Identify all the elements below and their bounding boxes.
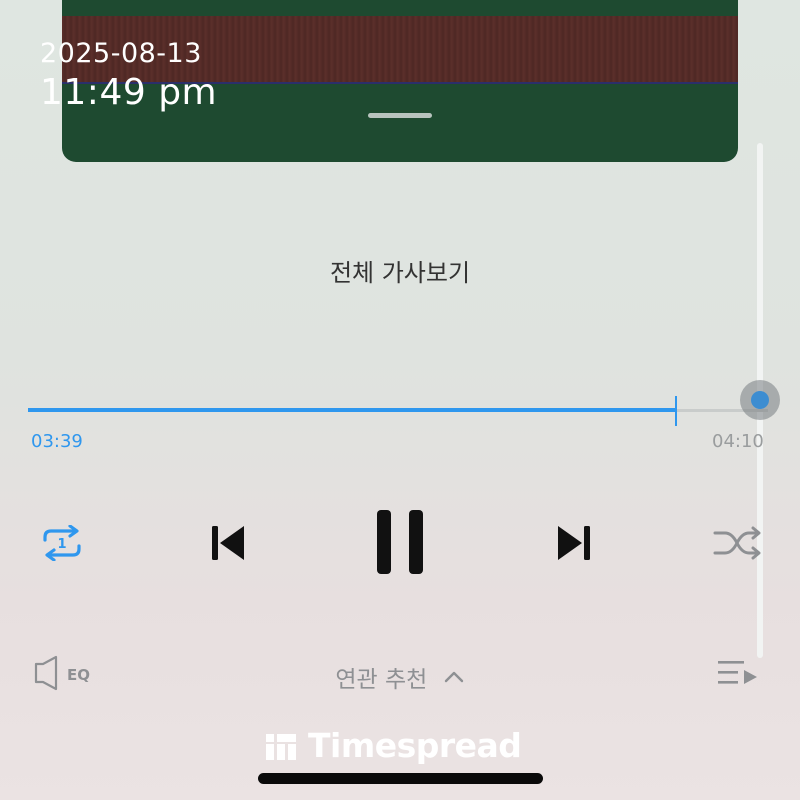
overlay-time: 11:49 pm bbox=[40, 72, 218, 113]
timespread-logo-icon bbox=[266, 734, 296, 760]
overlay-date: 2025-08-13 bbox=[40, 38, 202, 69]
playlist-icon[interactable] bbox=[716, 657, 760, 689]
home-indicator[interactable] bbox=[258, 773, 543, 784]
watermark-text: Timespread bbox=[308, 725, 522, 765]
current-time: 03:39 bbox=[31, 431, 83, 452]
seek-bar-marker bbox=[675, 396, 677, 426]
artwork-drag-handle[interactable] bbox=[368, 113, 432, 118]
repeat-one-icon[interactable]: 1 bbox=[35, 525, 89, 561]
timestamp-overlay: 2025-08-13 11:49 pm bbox=[40, 38, 217, 116]
chevron-up-icon bbox=[444, 671, 463, 683]
related-label: 연관 추천 bbox=[335, 667, 428, 693]
skip-previous-icon[interactable] bbox=[208, 524, 248, 562]
seek-bar-progress bbox=[28, 408, 676, 412]
repeat-badge: 1 bbox=[57, 537, 66, 552]
related-recommendations-button[interactable]: 연관 추천 bbox=[0, 660, 800, 694]
skip-next-icon[interactable] bbox=[554, 524, 594, 562]
seek-bar-knob[interactable] bbox=[740, 380, 780, 420]
pause-icon[interactable] bbox=[372, 508, 428, 576]
full-lyrics-button[interactable]: 전체 가사보기 bbox=[0, 253, 800, 288]
timespread-watermark: Timespread bbox=[264, 725, 522, 765]
total-time: 04:10 bbox=[712, 431, 764, 452]
shuffle-icon[interactable] bbox=[712, 524, 764, 562]
